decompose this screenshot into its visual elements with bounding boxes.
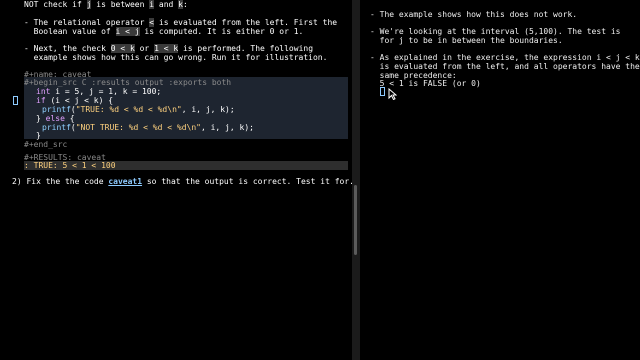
code-line-1: int i = 5, j = 1, k = 100; xyxy=(36,87,161,96)
bullet-text: - The relational operator xyxy=(24,18,150,27)
keyword: else xyxy=(45,114,65,123)
caveat1-link[interactable]: caveat1 xyxy=(108,177,142,186)
paragraph-intro: NOT check if j is between i and k: xyxy=(24,0,188,9)
note-line-4: - As explained in the exercise, the expr… xyxy=(370,53,640,62)
bullet-text: is evaluated from the left. First the xyxy=(154,18,338,27)
keyword: int xyxy=(36,87,51,96)
note-line-7: 5 < 1 is FALSE (or 0) xyxy=(370,79,481,88)
task-text: 2) Fix the the code xyxy=(12,177,109,186)
code-text: , i, j, k); xyxy=(200,123,254,132)
bullet-text: or xyxy=(134,44,155,53)
bullet-1-line-2: Boolean value of i < j is computed. It i… xyxy=(24,27,303,36)
inline-code: 0 < k xyxy=(110,44,135,53)
function-name: printf xyxy=(42,105,71,114)
code-line-5: printf("NOT TRUE: %d < %d < %d\n", i, j,… xyxy=(42,123,254,132)
bullet-1-line-1: - The relational operator < is evaluated… xyxy=(24,18,337,27)
right-notes-pane[interactable]: - The example shows how this does not wo… xyxy=(360,0,640,360)
string-literal: "TRUE: %d < %d < %d\n" xyxy=(75,105,182,114)
scrollbar-thumb[interactable] xyxy=(354,185,357,255)
src-begin-line: #+begin_src C :results output :exports b… xyxy=(24,78,232,87)
cursor-icon xyxy=(13,96,18,105)
intro-text: is between xyxy=(91,0,150,9)
code-text: } xyxy=(36,114,46,123)
note-line-1: - The example shows how this does not wo… xyxy=(370,10,578,19)
bullet-text: - Next, the check xyxy=(24,44,111,53)
code-text: { xyxy=(64,114,75,123)
inline-code: i < j xyxy=(115,27,140,36)
code-line-6: } xyxy=(36,131,41,140)
text-cursor-icon xyxy=(380,87,385,96)
function-name: printf xyxy=(42,123,71,132)
note-line-2: - We're looking at the interval (5,100).… xyxy=(370,27,621,36)
bullet-text: is computed. It is either 0 or 1. xyxy=(139,27,304,36)
code-line-3: printf("TRUE: %d < %d < %d\n", i, j, k); xyxy=(42,105,235,114)
code-text: , i, j, k); xyxy=(181,105,235,114)
code-text: i = 5, j = 1, k = 100; xyxy=(50,87,162,96)
task-text: so that the output is correct. Test it f… xyxy=(142,177,352,186)
bullet-2-line-2: example shows how this can go wrong. Run… xyxy=(24,53,328,62)
bullet-text: example shows how this can go wrong. Run… xyxy=(24,53,328,62)
note-line-3: for j to be in between the boundaries. xyxy=(370,36,563,45)
intro-text: and xyxy=(154,0,179,9)
task-line: 2) Fix the the code caveat1 so that the … xyxy=(12,177,352,186)
bullet-2-line-1: - Next, the check 0 < k or 1 < k is perf… xyxy=(24,44,313,53)
bullet-text: Boolean value of xyxy=(24,27,116,36)
inline-code: 1 < k xyxy=(154,44,179,53)
mouse-pointer-icon xyxy=(388,88,397,100)
intro-text: : xyxy=(183,0,188,9)
code-text: (i < j < k) { xyxy=(45,96,114,105)
pane-divider[interactable] xyxy=(352,0,360,360)
results-value: : TRUE: 5 < 1 < 100 xyxy=(24,161,116,170)
code-line-4: } else { xyxy=(36,114,75,123)
src-end-line: #+end_src xyxy=(24,140,68,149)
intro-text: NOT check if xyxy=(24,0,87,9)
string-literal: "NOT TRUE: %d < %d < %d\n" xyxy=(75,123,201,132)
keyword: if xyxy=(36,96,46,105)
note-line-5: is evaluated from the left, and all oper… xyxy=(370,62,640,71)
code-line-2: if (i < j < k) { xyxy=(36,96,113,105)
bullet-text: is performed. The following xyxy=(178,44,314,53)
left-editor-pane[interactable]: NOT check if j is between i and k: - The… xyxy=(0,0,352,360)
